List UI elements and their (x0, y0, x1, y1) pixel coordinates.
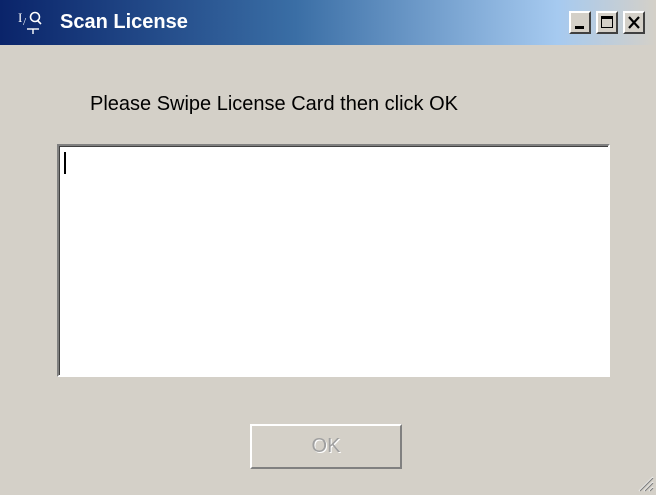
title-bar[interactable]: I / Scan License (0, 0, 656, 45)
license-input[interactable] (57, 144, 610, 377)
minimize-icon (575, 26, 584, 29)
iq-app-icon: I / (17, 9, 47, 35)
window-title: Scan License (60, 11, 188, 33)
ok-button[interactable]: OK (250, 424, 402, 469)
instruction-label: Please Swipe License Card then click OK (90, 93, 458, 115)
text-caret (64, 152, 66, 174)
svg-text:/: / (23, 16, 27, 28)
close-button[interactable] (623, 11, 645, 34)
maximize-button[interactable] (596, 11, 618, 34)
minimize-button[interactable] (569, 11, 591, 34)
maximize-icon (601, 16, 613, 28)
scan-license-dialog: I / Scan License Please Swipe License Ca… (0, 0, 656, 495)
close-icon (628, 16, 640, 29)
resize-grip-icon[interactable] (636, 474, 654, 492)
svg-text:I: I (18, 10, 22, 25)
